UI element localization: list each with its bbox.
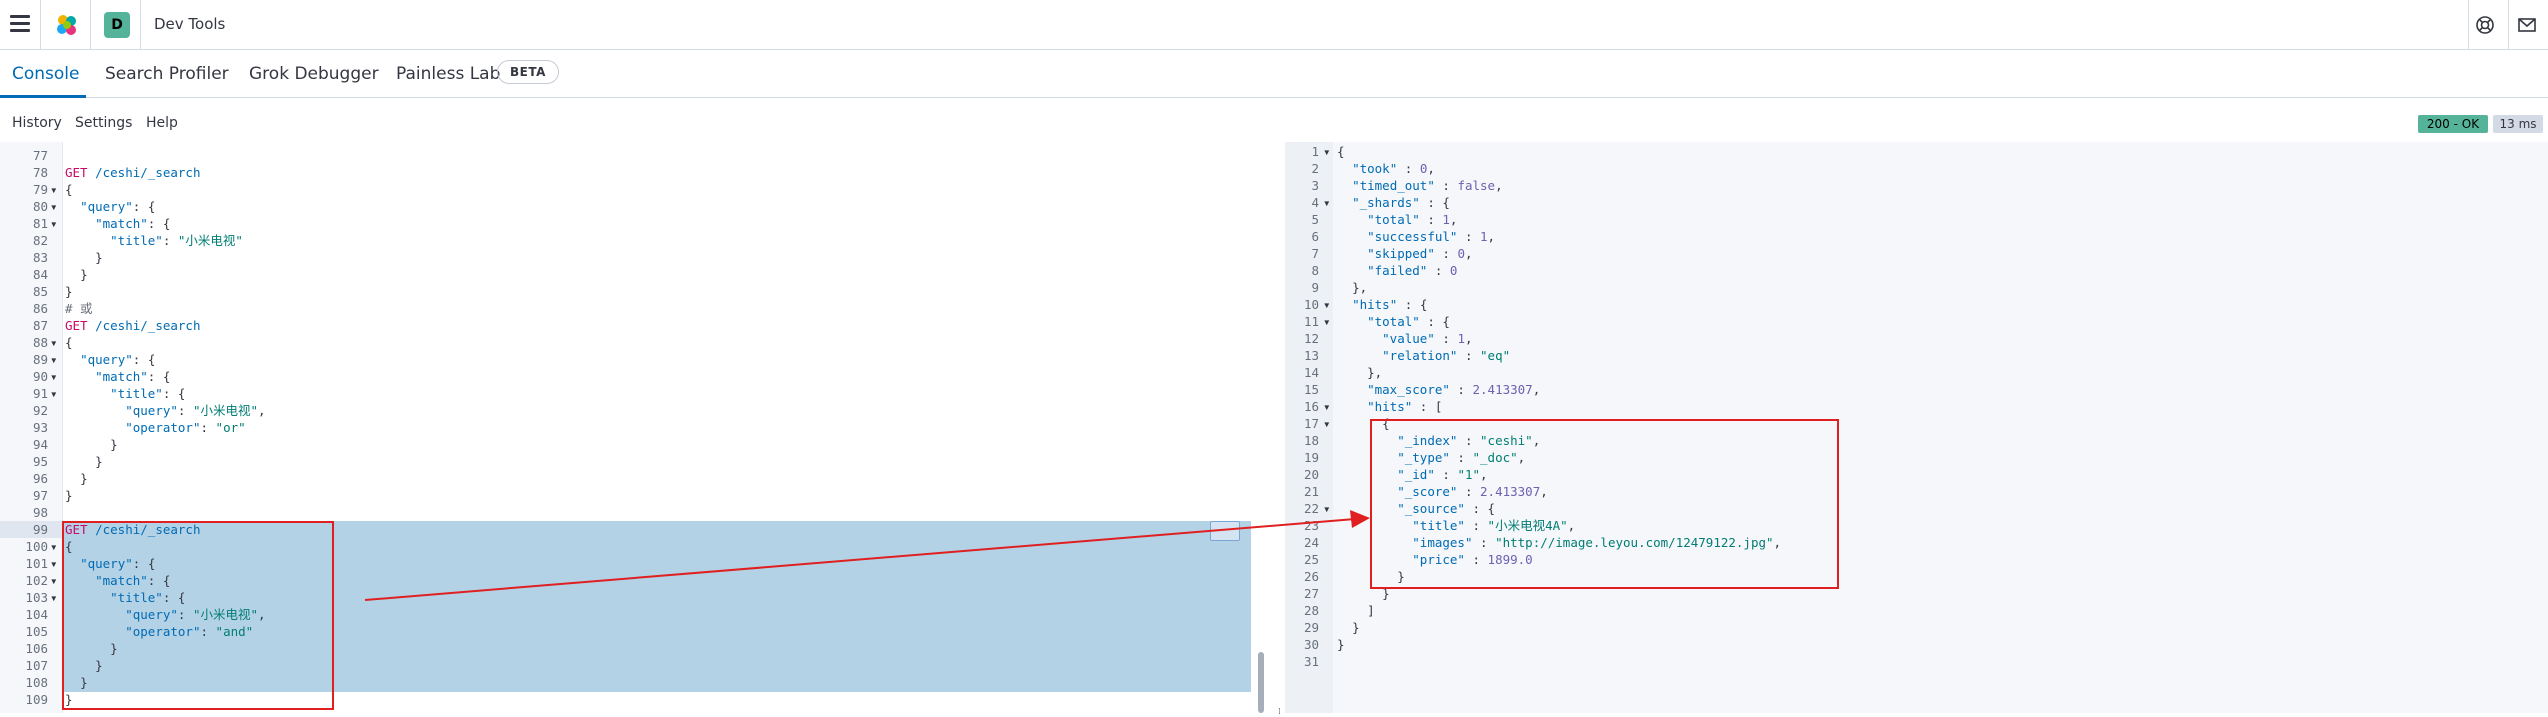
response-status-badge: 200 - OK (2418, 115, 2488, 133)
devtools-tabs: Console Search Profiler Grok Debugger Pa… (0, 50, 2548, 98)
response-annotation-box (1370, 419, 1839, 589)
help-icon[interactable] (2474, 14, 2496, 36)
settings-link[interactable]: Settings (75, 115, 132, 131)
request-annotation-box (62, 521, 334, 710)
history-link[interactable]: History (12, 115, 62, 131)
tab-console[interactable]: Console (12, 64, 80, 84)
header-divider (140, 0, 141, 50)
request-scrollbar[interactable] (1258, 652, 1264, 713)
response-line-numbers: 1 2 3 4 5 6 7 8 9 10 11 12 13 14 15 16 1… (1303, 144, 1319, 669)
header-divider (2508, 0, 2509, 50)
request-actions-icon[interactable] (1210, 521, 1240, 541)
header-divider (40, 0, 41, 50)
tab-painless-lab[interactable]: Painless Lab (396, 64, 500, 84)
help-link[interactable]: Help (146, 115, 178, 131)
header-divider (90, 0, 91, 50)
tab-grok-debugger[interactable]: Grok Debugger (249, 64, 379, 84)
tab-search-profiler[interactable]: Search Profiler (105, 64, 229, 84)
pane-resizer[interactable]: ⁞ (1275, 142, 1285, 717)
request-fold-markers[interactable]: ▾ ▾ ▾ ▾ ▾ ▾ ▾ ▾ ▾ ▾ ▾ (50, 147, 58, 708)
response-time-badge: 13 ms (2493, 115, 2543, 133)
space-avatar[interactable]: D (104, 12, 130, 38)
request-line-numbers: 77 78 79 80 81 82 83 84 85 86 87 88 89 9… (25, 148, 48, 707)
elastic-logo-icon[interactable] (54, 12, 80, 38)
top-header: D Dev Tools (0, 0, 2548, 50)
menu-icon[interactable] (10, 15, 30, 33)
app-title: Dev Tools (154, 15, 226, 33)
beta-badge: BETA (497, 60, 559, 84)
header-divider (2468, 0, 2469, 50)
mail-icon[interactable] (2516, 14, 2538, 36)
response-fold-markers[interactable]: ▾ ▾ ▾ ▾ ▾ ▾ ▾ (1323, 143, 1331, 670)
console-toolbar: History Settings Help (0, 98, 2548, 142)
resize-handle-icon[interactable]: ⁞ (1278, 707, 1281, 717)
